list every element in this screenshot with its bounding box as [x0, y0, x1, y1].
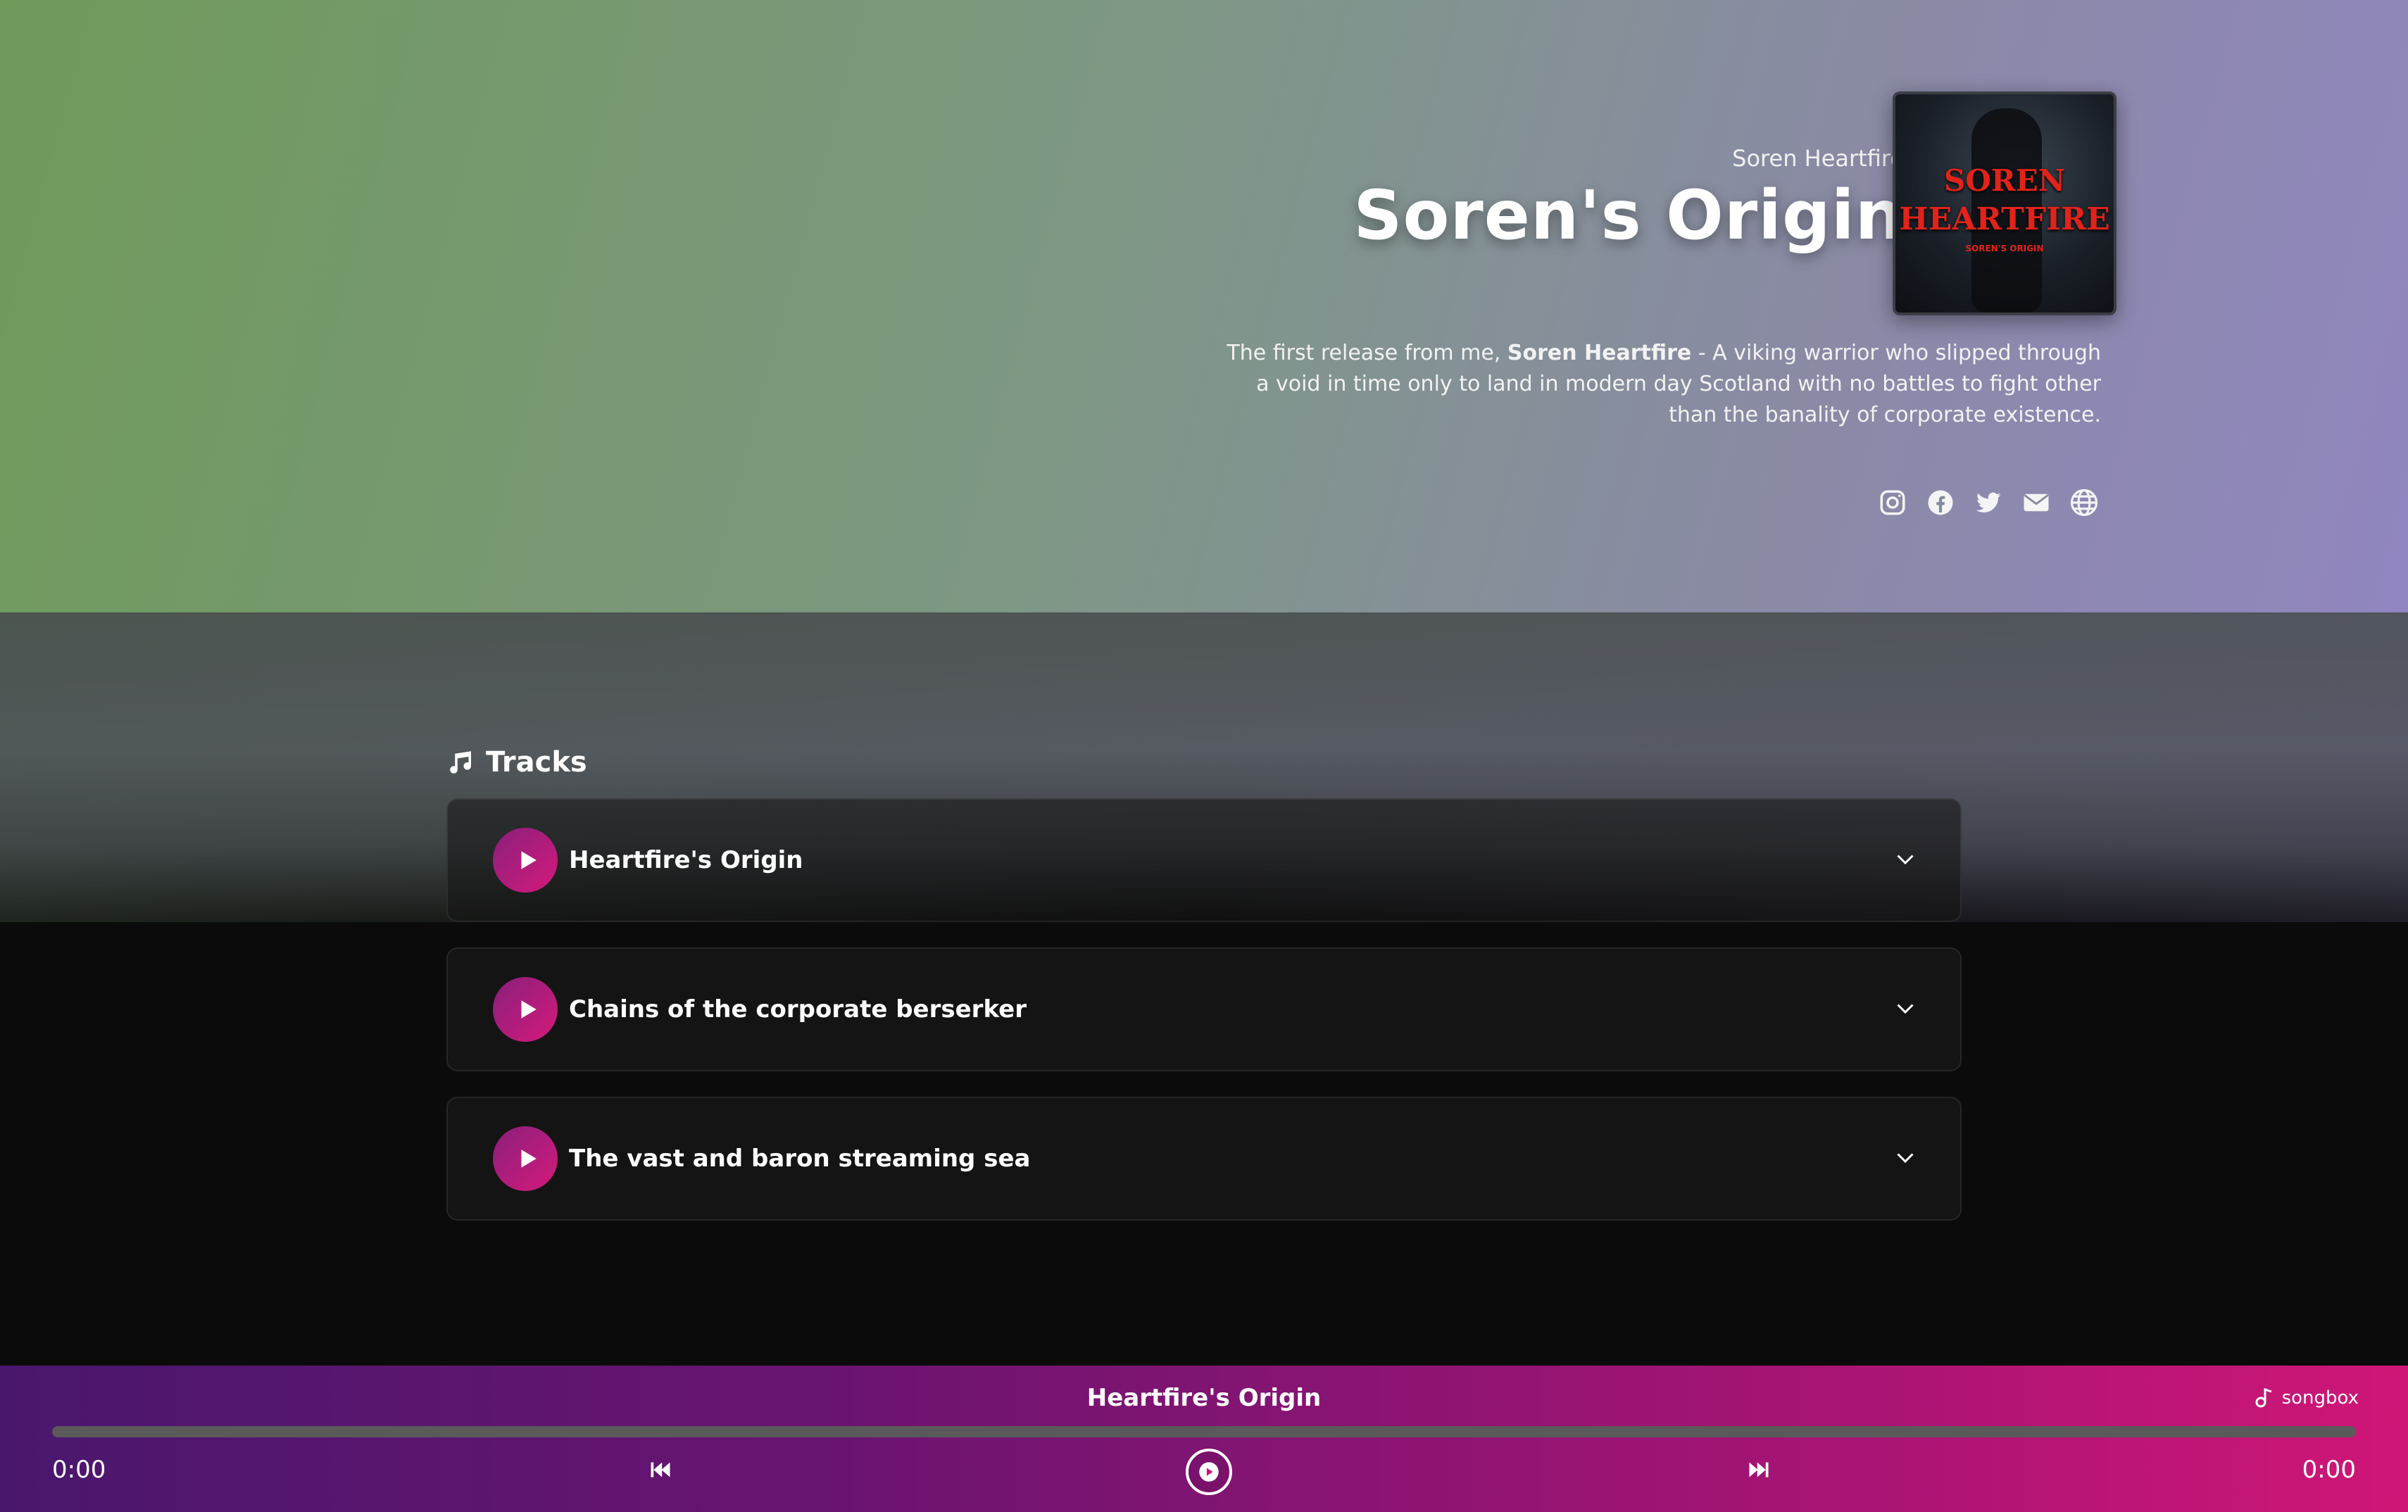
album-description: The first release from me, Soren Heartfi…	[1214, 338, 2101, 431]
album-cover: SOREN HEARTFIRE SOREN'S ORIGIN	[1893, 92, 2117, 315]
track-item[interactable]: Chains of the corporate berserker	[446, 947, 1962, 1071]
skip-forward-icon	[1749, 1462, 1769, 1478]
tracks-section: Tracks Heartfire's Origin Chains of the …	[446, 746, 1962, 1246]
track-title: Heartfire's Origin	[569, 846, 803, 874]
email-icon[interactable]	[2019, 486, 2053, 519]
album-hero: Soren Heartfire Soren's Origin SOREN HEA…	[0, 0, 2408, 612]
tracks-heading-label: Tracks	[486, 746, 587, 779]
songbox-logo-icon	[2255, 1387, 2272, 1408]
cover-text-line1: SOREN	[1943, 163, 2066, 198]
now-playing-title: Heartfire's Origin	[1086, 1384, 1322, 1412]
description-prefix: The first release from me,	[1227, 341, 1507, 365]
expand-track-button[interactable]	[1893, 846, 1918, 874]
player-play-button[interactable]	[1186, 1449, 1232, 1495]
artist-name[interactable]: Soren Heartfire	[1732, 145, 1904, 172]
chevron-down-icon	[1897, 1004, 1914, 1014]
cover-text-line3: SOREN'S ORIGIN	[1965, 244, 2044, 253]
brand-label: songbox	[2281, 1387, 2359, 1409]
play-icon	[1199, 1462, 1219, 1482]
facebook-icon[interactable]	[1924, 486, 1957, 519]
current-time: 0:00	[52, 1456, 106, 1484]
track-item[interactable]: Heartfire's Origin	[446, 798, 1962, 922]
chevron-down-icon	[1897, 855, 1914, 865]
description-artist: Soren Heartfire	[1507, 341, 1692, 365]
expand-track-button[interactable]	[1893, 1145, 1918, 1173]
instagram-icon[interactable]	[1876, 486, 1910, 519]
track-play-button[interactable]	[493, 1126, 558, 1191]
twitter-icon[interactable]	[1971, 486, 2005, 519]
songbox-brand[interactable]: songbox	[2252, 1385, 2359, 1411]
progress-bar[interactable]	[52, 1426, 2356, 1437]
audio-player-bar: Heartfire's Origin songbox 0:00 0:00	[0, 1366, 2408, 1512]
expand-track-button[interactable]	[1893, 995, 1918, 1023]
music-note-icon	[450, 751, 472, 774]
track-play-button[interactable]	[493, 828, 558, 893]
play-icon	[521, 1149, 537, 1168]
globe-icon[interactable]	[2067, 486, 2101, 519]
next-track-button[interactable]	[1745, 1449, 1773, 1491]
previous-track-button[interactable]	[646, 1449, 675, 1491]
social-links	[1876, 486, 2101, 519]
play-icon	[521, 851, 537, 869]
cover-text-line2: HEARTFIRE	[1899, 201, 2110, 237]
play-icon	[521, 1000, 537, 1019]
track-title: Chains of the corporate berserker	[569, 995, 1027, 1023]
duration-time: 0:00	[2302, 1456, 2356, 1484]
track-item[interactable]: The vast and baron streaming sea	[446, 1097, 1962, 1221]
skip-back-icon	[651, 1462, 670, 1478]
album-title: Soren's Origin	[1353, 176, 1904, 255]
track-title: The vast and baron streaming sea	[569, 1145, 1031, 1173]
album-header: Soren Heartfire Soren's Origin SOREN HEA…	[1131, 92, 2117, 542]
chevron-down-icon	[1897, 1153, 1914, 1164]
track-play-button[interactable]	[493, 977, 558, 1042]
tracks-heading: Tracks	[446, 746, 1962, 779]
